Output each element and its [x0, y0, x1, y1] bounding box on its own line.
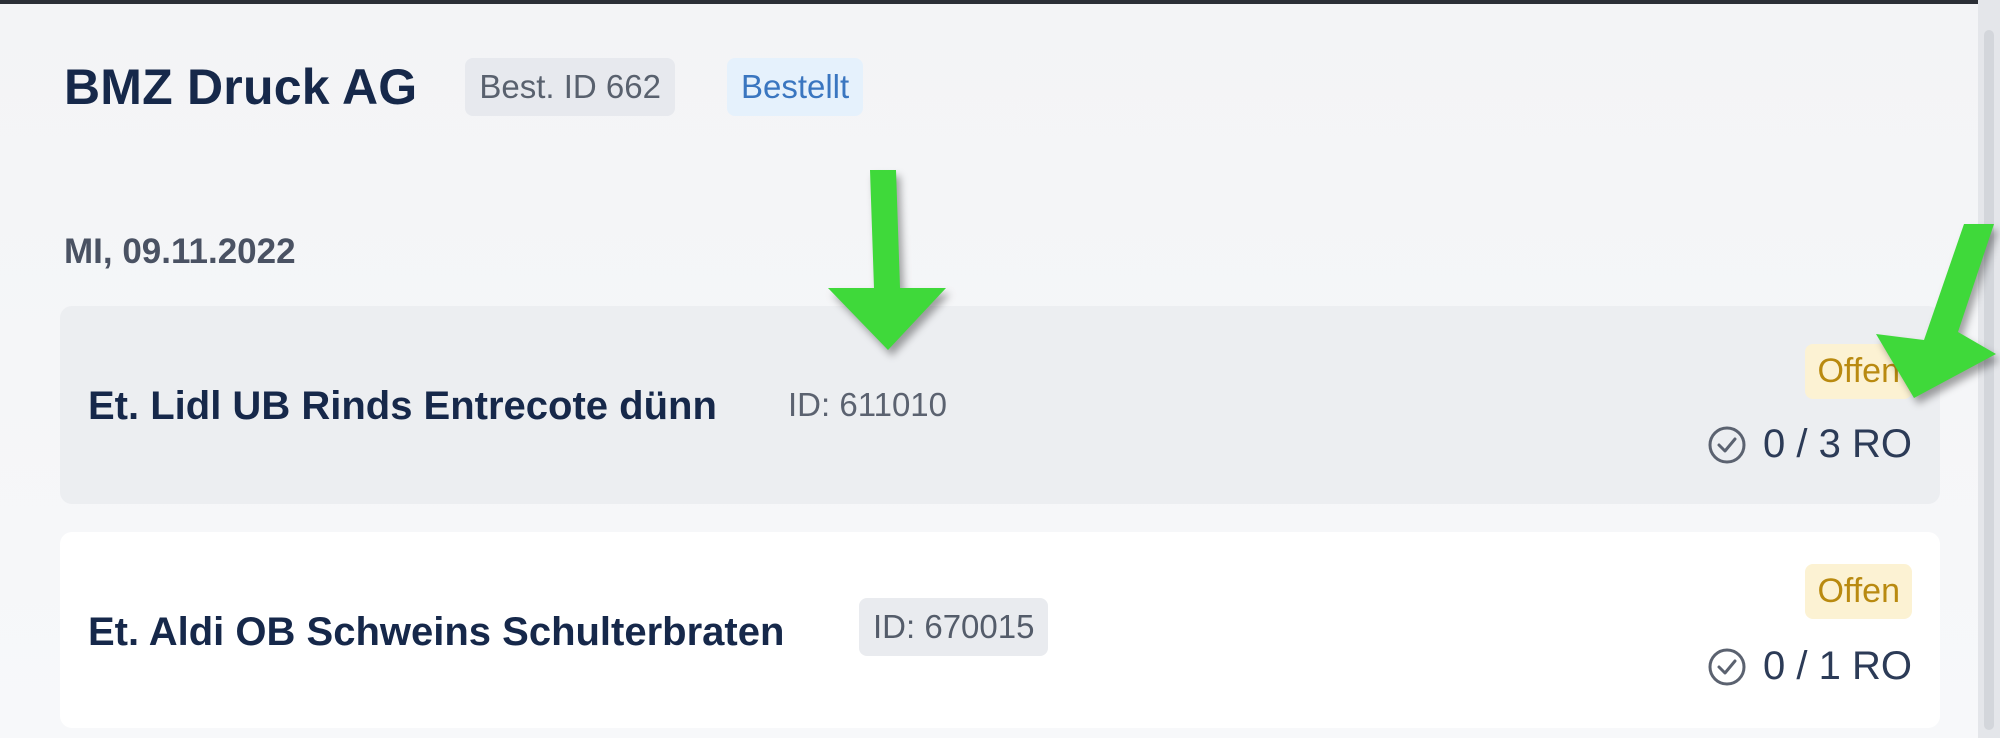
item-progress-text: 0 / 1 RO: [1763, 644, 1912, 688]
order-item-card[interactable]: Et. Lidl UB Rinds Entrecote dünn ID: 611…: [60, 306, 1940, 504]
item-progress: 0 / 1 RO: [1707, 644, 1912, 689]
order-header: BMZ Druck AG Best. ID 662 Bestellt: [64, 58, 864, 116]
item-status-badge: Offen: [1805, 564, 1912, 619]
check-circle-icon: [1708, 426, 1746, 463]
down-arrow-annotation: [828, 170, 946, 350]
item-progress-text: 0 / 3 RO: [1763, 422, 1912, 466]
order-status-badge: Bestellt: [726, 58, 864, 116]
date-label: MI, 09.11.2022: [64, 232, 296, 271]
order-item-card[interactable]: Et. Aldi OB Schweins Schulterbraten ID: …: [60, 532, 1940, 728]
item-id-badge: ID: 670015: [859, 598, 1049, 656]
supplier-title: BMZ Druck AG: [64, 59, 418, 115]
down-left-arrow-annotation: [1876, 224, 1996, 398]
item-title: Et. Aldi OB Schweins Schulterbraten: [88, 610, 785, 654]
order-panel: BMZ Druck AG Best. ID 662 Bestellt MI, 0…: [0, 0, 2000, 738]
top-divider: [0, 0, 2000, 4]
check-circle-icon: [1708, 648, 1746, 685]
item-progress: 0 / 3 RO: [1707, 422, 1912, 467]
item-id: ID: 611010: [788, 386, 948, 423]
order-id-badge: Best. ID 662: [465, 58, 675, 116]
item-title: Et. Lidl UB Rinds Entrecote dünn: [88, 384, 717, 428]
